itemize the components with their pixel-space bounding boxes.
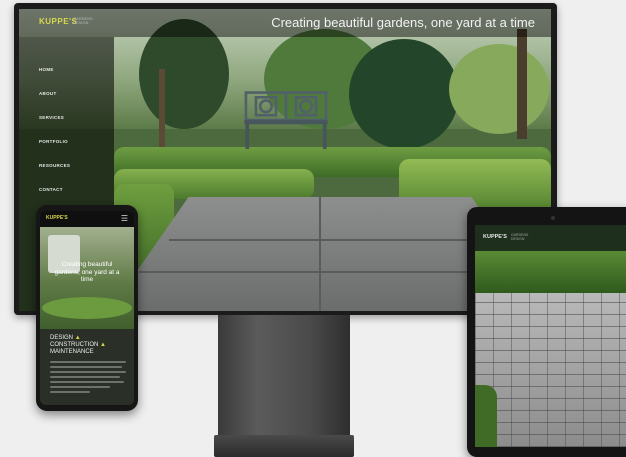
nav-item-about[interactable]: ABOUT xyxy=(39,91,57,96)
nav-item-services[interactable]: SERVICES xyxy=(39,115,64,120)
tablet-logo[interactable]: KUPPE'S xyxy=(483,234,507,240)
tablet-screen: KUPPE'S GARDENS DESIGN xyxy=(475,225,626,447)
tree xyxy=(349,39,459,149)
service-design: DESIGN xyxy=(50,335,74,341)
hedge xyxy=(42,297,132,319)
nav-item-contact[interactable]: CONTACT xyxy=(39,187,63,192)
site-logo-subtitle: GARDENS DESIGN xyxy=(73,16,93,25)
phone-headline: Creating beautiful gardens, one yard at … xyxy=(54,261,120,283)
nav-item-resources[interactable]: RESOURCES xyxy=(39,163,70,168)
mobile-phone: KUPPE'S ☰ Creating beautiful gardens, on… xyxy=(36,205,138,411)
paver-walkway xyxy=(475,293,626,447)
site-logo[interactable]: KUPPE'S xyxy=(39,17,77,26)
camera-icon xyxy=(551,216,555,220)
patio-joint xyxy=(169,239,499,241)
accent-icon: ▲ xyxy=(100,342,106,348)
hamburger-icon[interactable]: ☰ xyxy=(121,214,128,223)
nav-item-portfolio[interactable]: PORTFOLIO xyxy=(39,139,68,144)
phone-logo[interactable]: KUPPE'S xyxy=(46,215,68,221)
nav-item-home[interactable]: HOME xyxy=(39,67,54,72)
patio-joint xyxy=(319,197,321,311)
accent-icon: ▲ xyxy=(74,335,81,341)
tree-trunk xyxy=(159,69,165,149)
site-tagline: Creating beautiful gardens, one yard at … xyxy=(271,15,535,30)
phone-body-text xyxy=(50,361,128,396)
tablet-logo-subtitle: GARDENS DESIGN xyxy=(511,233,529,241)
monitor-stand-base xyxy=(214,435,354,457)
garden-bench xyxy=(244,91,328,149)
phone-screen: KUPPE'S ☰ Creating beautiful gardens, on… xyxy=(40,211,134,405)
service-maintenance: MAINTENANCE xyxy=(50,349,94,355)
service-construction: CONSTRUCTION xyxy=(50,342,99,348)
monitor-stand xyxy=(218,315,350,437)
shrub xyxy=(475,385,497,447)
hedge xyxy=(475,251,626,293)
tree xyxy=(449,44,549,134)
tree-trunk xyxy=(517,29,527,139)
phone-services-list: DESIGN ▲ CONSTRUCTION ▲ MAINTENANCE xyxy=(50,335,128,356)
tablet-device: KUPPE'S GARDENS DESIGN xyxy=(467,207,626,457)
